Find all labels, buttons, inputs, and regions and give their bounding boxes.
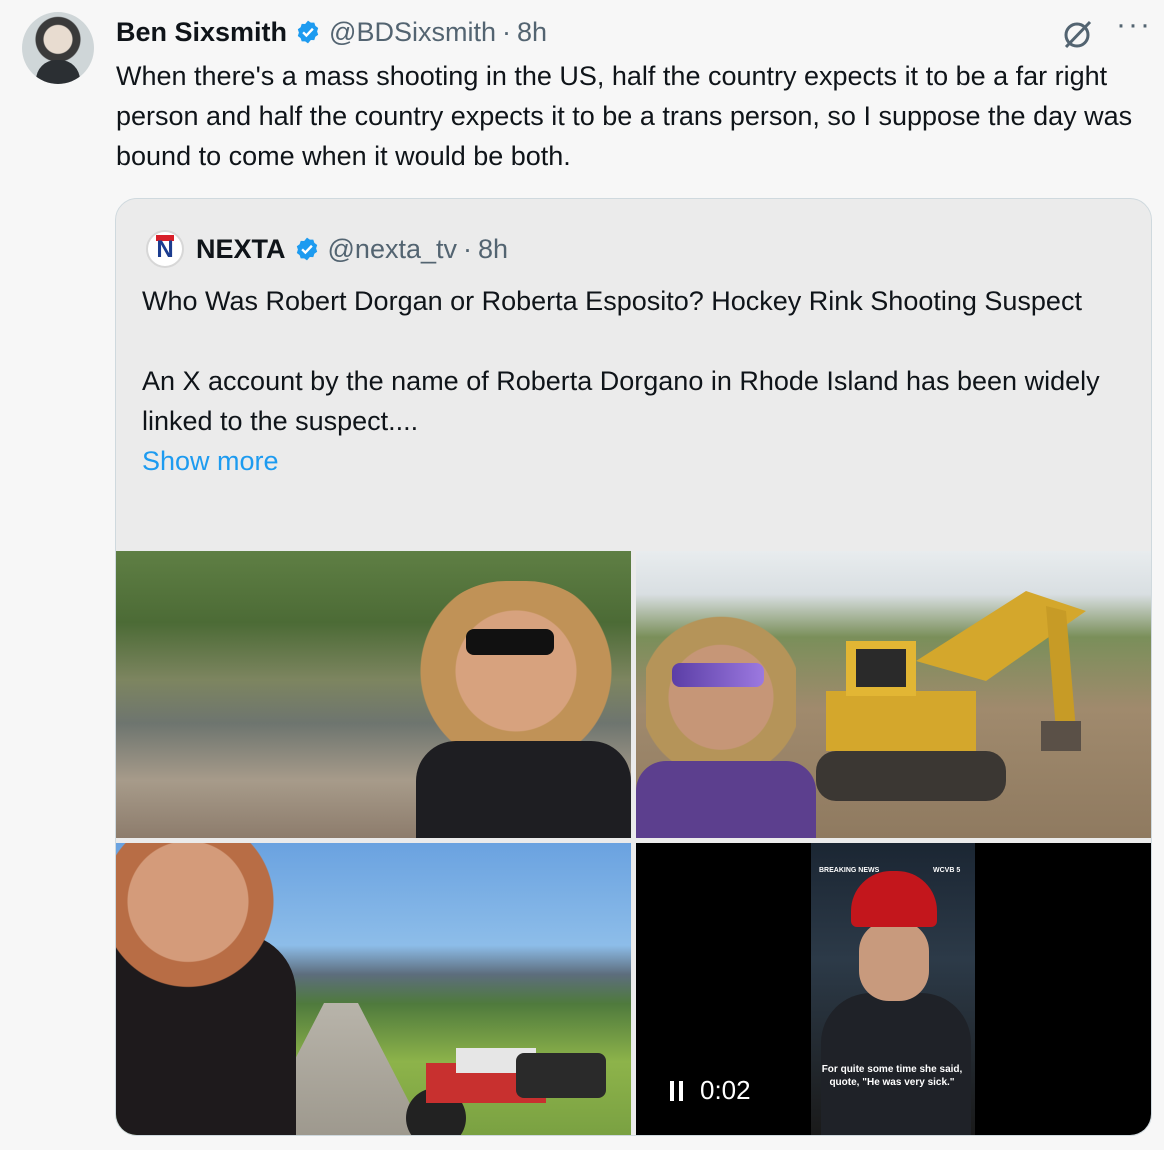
show-more-link[interactable]: Show more — [142, 446, 279, 476]
author-avatar[interactable] — [22, 12, 94, 84]
media-grid: BREAKING NEWS WCVB 5 For quite some time… — [116, 551, 1151, 1135]
video-caption: For quite some time she said, quote, "He… — [821, 1064, 963, 1088]
quoted-tweet-header: N NEXTA @nexta_tv · 8h — [146, 229, 508, 269]
quoted-timestamp[interactable]: 8h — [478, 234, 508, 265]
quoted-author-handle[interactable]: @nexta_tv — [328, 234, 457, 265]
tweet-timestamp[interactable]: 8h — [517, 17, 547, 48]
video-frame: BREAKING NEWS WCVB 5 For quite some time… — [811, 843, 975, 1135]
nexta-logo-icon[interactable]: N — [146, 230, 184, 268]
separator-dot: · — [501, 16, 511, 47]
author-name[interactable]: Ben Sixsmith — [116, 17, 287, 48]
tweet-text: When there's a mass shooting in the US, … — [116, 61, 1133, 171]
video-controls[interactable]: 0:02 — [670, 1075, 751, 1106]
quoted-tweet-card[interactable]: N NEXTA @nexta_tv · 8h Who Was Robert Do… — [115, 198, 1152, 1136]
logo-letter: N — [156, 236, 174, 263]
grok-icon[interactable] — [1060, 16, 1096, 52]
video-elapsed-time: 0:02 — [700, 1075, 751, 1105]
author-handle[interactable]: @BDSixsmith — [329, 17, 496, 48]
photo-excavator-selfie[interactable] — [636, 551, 1151, 838]
verified-badge-icon — [297, 20, 319, 44]
separator-dot: · — [463, 233, 472, 264]
quoted-author-name[interactable]: NEXTA — [196, 234, 286, 265]
verified-badge-icon — [296, 237, 317, 261]
pause-icon[interactable] — [670, 1080, 684, 1101]
quoted-paragraph-1: Who Was Robert Dorgan or Roberta Esposit… — [142, 286, 1082, 316]
tweet-header: Ben Sixsmith @BDSixsmith · 8h — [116, 12, 547, 52]
video-tag-right: WCVB 5 — [933, 867, 961, 874]
photo-motorcycle-selfie[interactable] — [116, 843, 631, 1135]
video-tag-left: BREAKING NEWS — [819, 867, 880, 874]
video-news-clip[interactable]: BREAKING NEWS WCVB 5 For quite some time… — [636, 843, 1151, 1135]
more-options-icon[interactable]: ··· — [1116, 8, 1152, 42]
quoted-tweet-text: Who Was Robert Dorgan or Roberta Esposit… — [142, 281, 1102, 481]
quoted-paragraph-2: An X account by the name of Roberta Dorg… — [142, 366, 1100, 436]
photo-river-selfie[interactable] — [116, 551, 631, 838]
